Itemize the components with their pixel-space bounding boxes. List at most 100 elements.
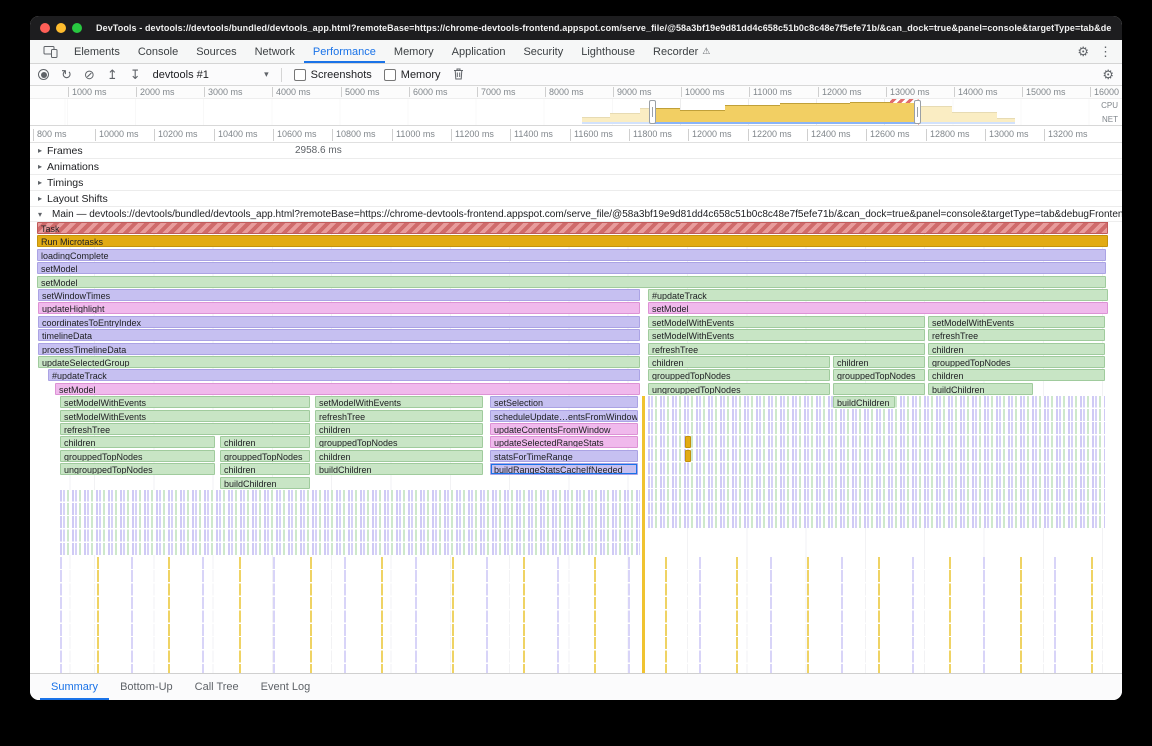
checkbox-box[interactable]: [384, 69, 396, 81]
flame-minor-events[interactable]: [642, 396, 645, 675]
window-handle-right[interactable]: [914, 100, 921, 124]
tab-sources[interactable]: Sources: [187, 40, 245, 63]
flame-bar[interactable]: setModelWithEvents: [648, 329, 925, 341]
tab-recorder[interactable]: Recorder⚠: [644, 40, 719, 63]
tab-console[interactable]: Console: [129, 40, 187, 63]
overview-chart[interactable]: CPU NET: [30, 99, 1122, 126]
flame-bar[interactable]: updateSelectedRangeStats: [490, 436, 638, 448]
flame-bar[interactable]: children: [833, 356, 925, 368]
screenshots-checkbox[interactable]: Screenshots: [294, 69, 372, 81]
flame-bar[interactable]: updateHighlight: [38, 302, 640, 314]
flame-bar[interactable]: refreshTree: [315, 410, 483, 422]
flame-bar[interactable]: #updateTrack: [48, 369, 640, 381]
flame-bar[interactable]: processTimelineData: [38, 343, 640, 355]
flame-bar[interactable]: grouppedTopNodes: [60, 450, 215, 462]
tab-lighthouse[interactable]: Lighthouse: [572, 40, 644, 63]
details-tab-call-tree[interactable]: Call Tree: [184, 674, 250, 700]
flame-bar[interactable]: grouppedTopNodes: [220, 450, 310, 462]
flame-bar[interactable]: children: [315, 450, 483, 462]
checkbox-box[interactable]: [294, 69, 306, 81]
record-button[interactable]: [38, 69, 49, 80]
details-tab-summary[interactable]: Summary: [40, 674, 109, 700]
flame-bar[interactable]: buildChildren: [315, 463, 483, 475]
flame-bar[interactable]: children: [60, 436, 215, 448]
flame-bar[interactable]: refreshTree: [60, 423, 310, 435]
memory-checkbox[interactable]: Memory: [384, 69, 441, 81]
flame-bar[interactable]: grouppedTopNodes: [648, 369, 830, 381]
tab-application[interactable]: Application: [443, 40, 515, 63]
flame-bar[interactable]: grouppedTopNodes: [928, 356, 1105, 368]
flame-bar[interactable]: setModel: [648, 302, 1108, 314]
flame-minor-events[interactable]: [60, 557, 1106, 676]
flame-bar[interactable]: buildRangeStatsCacheIfNeeded: [490, 463, 638, 475]
tab-memory[interactable]: Memory: [385, 40, 443, 63]
flame-bar[interactable]: buildChildren: [833, 396, 895, 408]
flame-bar[interactable]: grouppedTopNodes: [833, 369, 925, 381]
flame-bar[interactable]: setModelWithEvents: [60, 396, 310, 408]
details-tab-bottom-up[interactable]: Bottom-Up: [109, 674, 184, 700]
flame-bar[interactable]: setModel: [37, 276, 1106, 288]
clear-recording-icon[interactable]: ⊘: [84, 68, 95, 81]
flame-bar[interactable]: setModelWithEvents: [315, 396, 483, 408]
tab-network[interactable]: Network: [246, 40, 304, 63]
close-button[interactable]: [40, 23, 50, 33]
flame-bar[interactable]: setWindowTimes: [38, 289, 640, 301]
flame-bar[interactable]: refreshTree: [648, 343, 925, 355]
tab-elements[interactable]: Elements: [65, 40, 129, 63]
tab-security[interactable]: Security: [514, 40, 572, 63]
flame-bar[interactable]: [685, 436, 691, 448]
profile-select[interactable]: devtools #1 ▾: [153, 69, 269, 81]
track-frames[interactable]: ▸Frames2958.6 ms: [30, 143, 1122, 159]
flame-bar[interactable]: loadingComplete: [37, 249, 1106, 261]
flame-bar[interactable]: Task: [37, 222, 1108, 234]
flame-bar[interactable]: refreshTree: [928, 329, 1105, 341]
settings-gear-icon[interactable]: ⚙: [1077, 44, 1089, 60]
flame-bar[interactable]: buildChildren: [220, 477, 310, 489]
flame-bar[interactable]: [833, 383, 925, 395]
flame-bar[interactable]: children: [928, 369, 1105, 381]
capture-settings-gear-icon[interactable]: ⚙: [1102, 68, 1114, 81]
flame-bar[interactable]: updateContentsFromWindow: [490, 423, 638, 435]
flame-bar[interactable]: setModelWithEvents: [648, 316, 925, 328]
details-tab-event-log[interactable]: Event Log: [250, 674, 322, 700]
flame-bar[interactable]: children: [315, 423, 483, 435]
flame-bar[interactable]: scheduleUpdate…entsFromWindow: [490, 410, 638, 422]
flame-minor-events[interactable]: [648, 396, 1105, 528]
more-menu-icon[interactable]: ⋮: [1099, 44, 1112, 60]
flame-bar[interactable]: buildChildren: [928, 383, 1033, 395]
flame-bar[interactable]: children: [648, 356, 830, 368]
flame-bar[interactable]: coordinatesToEntryIndex: [38, 316, 640, 328]
track-timings[interactable]: ▸Timings: [30, 175, 1122, 191]
main-thread-header[interactable]: ▾ Main — devtools://devtools/bundled/dev…: [30, 207, 1122, 222]
flame-bar[interactable]: statsForTimeRange: [490, 450, 638, 462]
flame-bar[interactable]: #updateTrack: [648, 289, 1108, 301]
flame-bar[interactable]: children: [220, 436, 310, 448]
save-profile-icon[interactable]: ↧: [130, 68, 141, 81]
track-animations[interactable]: ▸Animations: [30, 159, 1122, 175]
track-layout-shifts[interactable]: ▸Layout Shifts: [30, 191, 1122, 207]
device-toolbar-icon[interactable]: [36, 40, 65, 63]
reload-and-record-icon[interactable]: ↻: [61, 68, 72, 81]
flame-bar[interactable]: Run Microtasks: [37, 235, 1108, 247]
window-handle-left[interactable]: [649, 100, 656, 124]
trash-icon[interactable]: [453, 68, 464, 82]
flame-bar[interactable]: setModel: [55, 383, 640, 395]
flame-bar[interactable]: children: [928, 343, 1105, 355]
flame-bar[interactable]: timelineData: [38, 329, 640, 341]
minimize-button[interactable]: [56, 23, 66, 33]
load-profile-icon[interactable]: ↥: [107, 68, 118, 81]
flame-bar[interactable]: [685, 450, 691, 462]
flame-bar[interactable]: ungrouppedTopNodes: [60, 463, 215, 475]
flame-bar[interactable]: grouppedTopNodes: [315, 436, 483, 448]
tab-performance[interactable]: Performance: [304, 40, 385, 63]
flame-bar[interactable]: setModelWithEvents: [928, 316, 1105, 328]
flame-bar[interactable]: setSelection: [490, 396, 638, 408]
flame-bar[interactable]: children: [220, 463, 310, 475]
flame-bar[interactable]: setModel: [37, 262, 1106, 274]
flame-bar[interactable]: setModelWithEvents: [60, 410, 310, 422]
flame-bar[interactable]: ungrouppedTopNodes: [648, 383, 830, 395]
flame-chart[interactable]: TaskRun MicrotasksloadingCompletesetMode…: [30, 222, 1122, 680]
flame-bar[interactable]: updateSelectedGroup: [38, 356, 640, 368]
flame-minor-events[interactable]: [60, 490, 640, 555]
zoom-button[interactable]: [72, 23, 82, 33]
